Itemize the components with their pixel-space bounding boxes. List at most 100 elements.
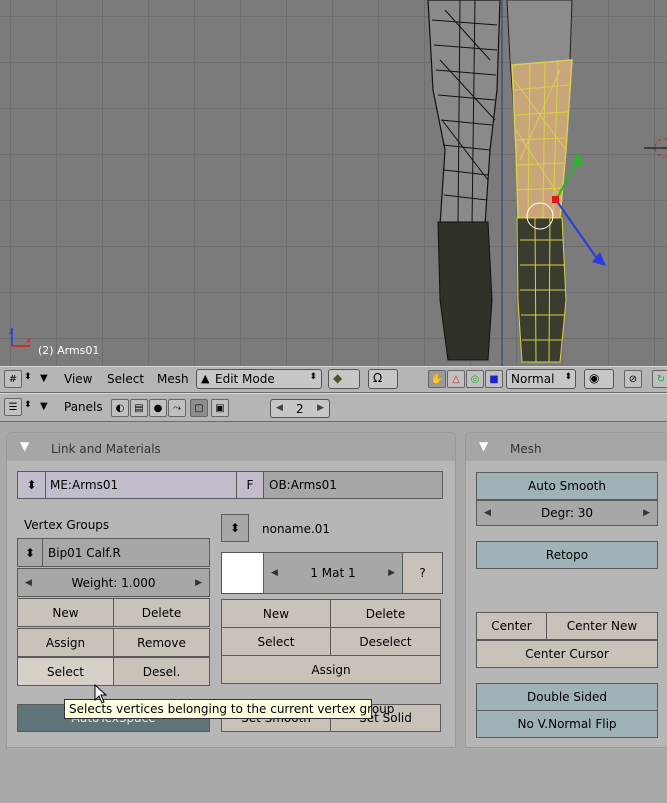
vg-remove-button[interactable]: Remove [113,628,210,657]
triangle-down-icon[interactable]: ▼ [40,373,48,384]
proportional-select[interactable]: Ω [368,369,398,389]
mat-assign-button[interactable]: Assign [221,655,441,684]
vg-delete-button[interactable]: Delete [113,598,210,627]
triangle-down-icon[interactable]: ▼ [40,401,48,412]
link-icon[interactable]: ⊘ [624,370,642,388]
3d-view-header: # ⬍ ▼ View Select Mesh ▲ Edit Mode ⬍ ◆ Ω… [0,366,667,393]
panel-title: Mesh [510,442,542,456]
object-label: (2) Arms01 [38,344,100,357]
mouse-cursor-icon [94,684,108,704]
f-label: F [246,478,254,492]
vg-assign-button[interactable]: Assign [17,628,114,657]
vertex-group-text: Bip01 Calf.R [48,545,121,560]
scene-icon[interactable]: ▣ [211,399,229,417]
material-browse-button[interactable]: ⬍ [221,514,249,542]
3d-viewport[interactable]: z x (2) Arms01 [0,0,667,366]
editing-icon[interactable]: ▢ [190,399,208,417]
mat-deselect-button[interactable]: Deselect [330,627,441,656]
mesh-name-field[interactable]: ME:Arms01 [45,471,237,499]
panel-title: Link and Materials [51,442,161,456]
menu-view[interactable]: View [64,372,92,386]
menu-select[interactable]: Select [107,372,144,386]
rotate-icon[interactable]: ◎ [466,370,484,388]
material-help-button[interactable]: ? [402,552,443,594]
mat-delete-button[interactable]: Delete [330,599,441,628]
material-index-field[interactable]: ◀ 1 Mat 1 ▶ [263,552,403,594]
weight-slider[interactable]: ◀ Weight: 1.000 ▶ [17,568,210,597]
pivot-select[interactable]: ◆ [328,369,360,389]
degr-text: Degr: 30 [540,506,594,520]
vg-desel-button[interactable]: Desel. [113,657,210,686]
panel-header[interactable] [466,433,667,461]
frame-number-field[interactable]: ◀ 2 ▶ [270,399,330,418]
target-icon: ◉ [589,371,600,385]
arrow-right-icon: ▶ [195,577,202,588]
layer-select[interactable]: ◉ [584,369,614,389]
svg-text:z: z [9,327,14,337]
center-new-button[interactable]: Center New [546,612,658,640]
updown-icon: ⬍ [564,372,572,382]
weight-text: Weight: 1.000 [71,575,156,590]
mode-select[interactable]: ▲ Edit Mode ⬍ [196,369,322,389]
render-icon[interactable]: ↻ [652,370,667,388]
tooltip: Selects vertices belonging to the curren… [64,699,394,719]
menu-mesh[interactable]: Mesh [157,372,189,386]
panels-label[interactable]: Panels [64,400,103,414]
vg-new-button[interactable]: New [17,598,114,627]
arrow-right-icon: ▶ [643,508,650,518]
vertex-groups-label: Vertex Groups [24,518,110,532]
chevron-down-icon[interactable]: ⬍ [24,372,32,382]
updown-icon: ⬍ [229,521,241,535]
axis-widget: z x [9,327,32,347]
scale-icon[interactable]: ■ [485,370,503,388]
translate-icon[interactable]: △ [447,370,465,388]
svg-text:x: x [26,336,32,346]
grid-icon[interactable]: # [4,370,22,388]
material-index-text: 1 Mat 1 [310,566,356,580]
mode-label: Edit Mode [215,372,275,386]
double-sided-toggle[interactable]: Double Sided [476,683,658,711]
updown-icon: ⬍ [24,545,36,560]
vertex-group-name[interactable]: Bip01 Calf.R [42,538,210,567]
center-button[interactable]: Center [476,612,547,640]
arrow-right-icon: ▶ [388,568,395,578]
no-vnormal-flip-toggle[interactable]: No V.Normal Flip [476,710,658,738]
mesh-name-text: ME:Arms01 [50,478,119,492]
mesh-browse-button[interactable]: ⬍ [17,471,46,499]
auto-smooth-toggle[interactable]: Auto Smooth [476,472,658,500]
pivot-icon: ◆ [333,371,343,385]
chevron-down-icon[interactable]: ⬍ [24,400,32,410]
material-color-swatch[interactable] [221,552,264,594]
logic-icon[interactable]: ◐ [111,399,129,417]
updown-icon: ⬍ [26,478,37,492]
collapse-icon[interactable]: ▼ [20,439,29,453]
arrow-right-icon: ▶ [317,403,324,413]
right-leg-mesh [506,0,573,363]
object-name-field[interactable]: OB:Arms01 [263,471,443,499]
fake-user-button[interactable]: F [236,471,264,499]
frame-value: 2 [296,402,304,416]
degr-field[interactable]: ◀ Degr: 30 ▶ [476,500,658,526]
script-icon[interactable]: ▤ [130,399,148,417]
orientation-select[interactable]: Normal ⬍ [506,369,576,389]
hand-icon[interactable]: ✋ [428,370,446,388]
magnet-icon: Ω [373,371,383,385]
window-type-icon[interactable]: ☰ [4,398,22,416]
edit-mode-icon: ▲ [201,372,210,385]
retopo-toggle[interactable]: Retopo [476,541,658,569]
orientation-label: Normal [511,372,555,386]
mat-new-button[interactable]: New [221,599,331,628]
collapse-icon[interactable]: ▼ [479,439,488,453]
arrow-left-icon: ◀ [271,568,278,578]
object-icon[interactable]: ⤳ [168,399,186,417]
shading-icon[interactable]: ● [149,399,167,417]
buttons-header: ☰ ⬍ ▼ Panels ◐ ▤ ● ⤳ ▢ ▣ ◀ 2 ▶ [0,393,667,422]
arrow-left-icon: ◀ [484,508,491,518]
center-cursor-button[interactable]: Center Cursor [476,640,658,668]
vg-select-button[interactable]: Select [17,657,114,686]
vertex-group-browse[interactable]: ⬍ [17,538,43,567]
mat-select-button[interactable]: Select [221,627,331,656]
arrow-left-icon: ◀ [276,403,283,413]
object-name-text: OB:Arms01 [269,478,337,492]
arrow-left-icon: ◀ [25,577,32,588]
